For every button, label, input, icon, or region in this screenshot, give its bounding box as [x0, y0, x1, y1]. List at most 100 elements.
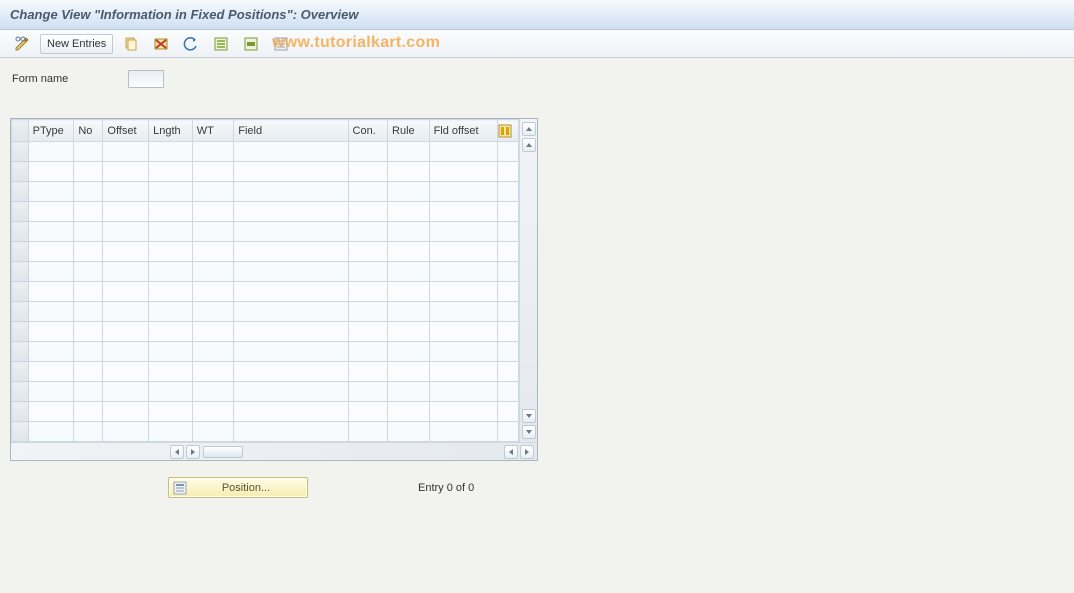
grid-cell[interactable] — [103, 302, 149, 322]
row-selector-cell[interactable] — [12, 182, 29, 202]
col-header[interactable]: No — [74, 120, 103, 142]
grid-cell[interactable] — [149, 262, 193, 282]
grid-cell[interactable] — [149, 422, 193, 442]
grid-cell[interactable] — [234, 242, 348, 262]
grid-cell[interactable] — [149, 282, 193, 302]
row-selector-cell[interactable] — [12, 322, 29, 342]
scroll-thumb[interactable] — [203, 446, 243, 458]
grid-cell[interactable] — [28, 302, 74, 322]
grid-cell[interactable] — [429, 302, 498, 322]
grid-cell[interactable] — [103, 142, 149, 162]
grid-cell[interactable] — [149, 182, 193, 202]
grid-cell[interactable] — [348, 262, 387, 282]
grid-cell[interactable] — [28, 282, 74, 302]
grid-cell[interactable] — [28, 162, 74, 182]
grid-cell[interactable] — [498, 402, 519, 422]
row-selector-header[interactable] — [12, 120, 29, 142]
grid-cell[interactable] — [348, 342, 387, 362]
row-selector-cell[interactable] — [12, 222, 29, 242]
table-row[interactable] — [12, 142, 519, 162]
grid-cell[interactable] — [103, 362, 149, 382]
table-row[interactable] — [12, 182, 519, 202]
grid-cell[interactable] — [388, 322, 430, 342]
grid-cell[interactable] — [234, 342, 348, 362]
scroll-left-end-button[interactable] — [504, 445, 518, 459]
grid-cell[interactable] — [234, 262, 348, 282]
grid-cell[interactable] — [348, 362, 387, 382]
grid-cell[interactable] — [348, 222, 387, 242]
grid-cell[interactable] — [192, 342, 234, 362]
grid-cell[interactable] — [429, 282, 498, 302]
grid-cell[interactable] — [192, 382, 234, 402]
scroll-down-step-button[interactable] — [522, 409, 536, 423]
grid-cell[interactable] — [498, 222, 519, 242]
grid-cell[interactable] — [388, 242, 430, 262]
grid-cell[interactable] — [28, 402, 74, 422]
grid-cell[interactable] — [388, 282, 430, 302]
grid-cell[interactable] — [28, 342, 74, 362]
grid-cell[interactable] — [429, 142, 498, 162]
grid-cell[interactable] — [348, 382, 387, 402]
grid-cell[interactable] — [498, 282, 519, 302]
grid-cell[interactable] — [103, 422, 149, 442]
grid-cell[interactable] — [74, 142, 103, 162]
grid-cell[interactable] — [74, 282, 103, 302]
grid-cell[interactable] — [192, 402, 234, 422]
grid-cell[interactable] — [388, 402, 430, 422]
grid-cell[interactable] — [149, 382, 193, 402]
grid-cell[interactable] — [348, 402, 387, 422]
grid-cell[interactable] — [388, 422, 430, 442]
grid-cell[interactable] — [103, 242, 149, 262]
scroll-down-button[interactable] — [522, 425, 536, 439]
grid-cell[interactable] — [74, 322, 103, 342]
col-header[interactable]: Rule — [388, 120, 430, 142]
col-header[interactable]: Offset — [103, 120, 149, 142]
grid-cell[interactable] — [348, 202, 387, 222]
grid-cell[interactable] — [429, 202, 498, 222]
grid-cell[interactable] — [192, 142, 234, 162]
select-block-button[interactable] — [239, 34, 263, 54]
grid-cell[interactable] — [103, 382, 149, 402]
grid-cell[interactable] — [429, 362, 498, 382]
horizontal-scrollbar[interactable] — [11, 442, 537, 460]
grid-cell[interactable] — [498, 382, 519, 402]
grid-cell[interactable] — [348, 162, 387, 182]
table-row[interactable] — [12, 262, 519, 282]
col-header[interactable]: PType — [28, 120, 74, 142]
grid-cell[interactable] — [234, 202, 348, 222]
grid-cell[interactable] — [192, 162, 234, 182]
row-selector-cell[interactable] — [12, 282, 29, 302]
grid-cell[interactable] — [388, 362, 430, 382]
table-row[interactable] — [12, 202, 519, 222]
grid-cell[interactable] — [429, 182, 498, 202]
grid-cell[interactable] — [74, 402, 103, 422]
grid-cell[interactable] — [348, 322, 387, 342]
grid-cell[interactable] — [192, 222, 234, 242]
grid-cell[interactable] — [388, 382, 430, 402]
grid-cell[interactable] — [429, 422, 498, 442]
col-header[interactable]: Fld offset — [429, 120, 498, 142]
grid-cell[interactable] — [348, 142, 387, 162]
grid-cell[interactable] — [28, 182, 74, 202]
grid-cell[interactable] — [429, 242, 498, 262]
table-row[interactable] — [12, 382, 519, 402]
grid-cell[interactable] — [234, 382, 348, 402]
grid-cell[interactable] — [192, 362, 234, 382]
scroll-left-button[interactable] — [170, 445, 184, 459]
grid-cell[interactable] — [388, 222, 430, 242]
grid-cell[interactable] — [348, 282, 387, 302]
grid-cell[interactable] — [103, 322, 149, 342]
table-row[interactable] — [12, 242, 519, 262]
deselect-all-button[interactable] — [269, 34, 293, 54]
grid-cell[interactable] — [234, 302, 348, 322]
grid-cell[interactable] — [103, 282, 149, 302]
grid-cell[interactable] — [498, 242, 519, 262]
grid-cell[interactable] — [74, 222, 103, 242]
grid-cell[interactable] — [149, 342, 193, 362]
grid-cell[interactable] — [103, 222, 149, 242]
grid-cell[interactable] — [103, 182, 149, 202]
grid-cell[interactable] — [103, 342, 149, 362]
row-selector-cell[interactable] — [12, 402, 29, 422]
grid-cell[interactable] — [74, 382, 103, 402]
grid-cell[interactable] — [234, 402, 348, 422]
